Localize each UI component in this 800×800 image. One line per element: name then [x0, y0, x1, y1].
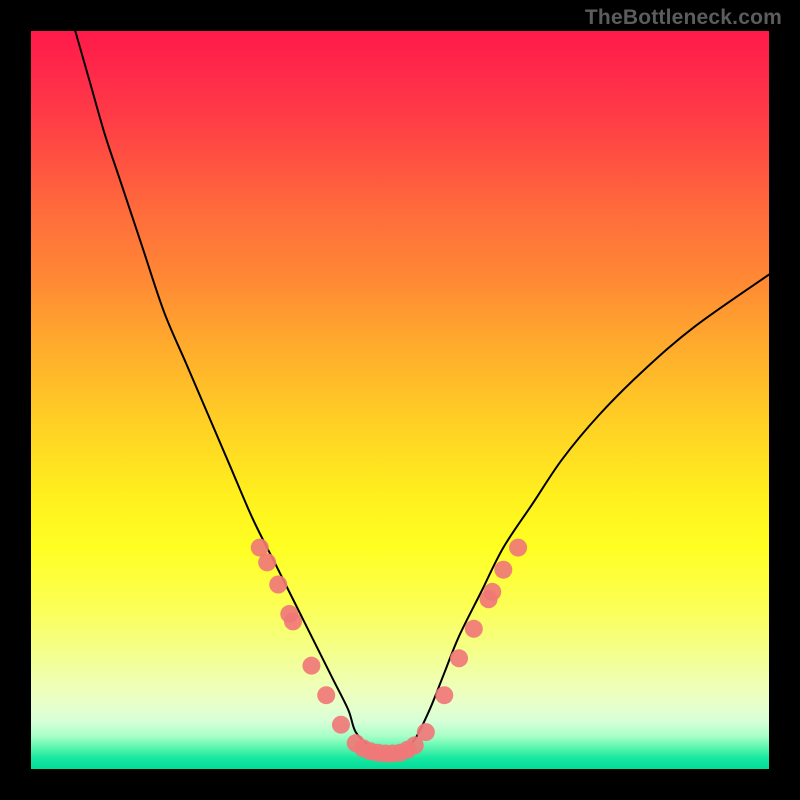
data-markers [251, 539, 527, 763]
data-marker [302, 657, 320, 675]
data-marker [284, 612, 302, 630]
watermark-text: TheBottleneck.com [585, 6, 782, 30]
chart-container: TheBottleneck.com [0, 0, 800, 800]
data-marker [450, 649, 468, 667]
data-marker [258, 553, 276, 571]
data-marker [509, 539, 527, 557]
curve-svg [31, 31, 769, 769]
data-marker [332, 716, 350, 734]
data-marker [269, 576, 287, 594]
data-marker [317, 686, 335, 704]
data-marker [435, 686, 453, 704]
plot-area [31, 31, 769, 769]
bottleneck-curve [75, 31, 769, 756]
data-marker [494, 561, 512, 579]
data-marker [465, 620, 483, 638]
data-marker [417, 723, 435, 741]
data-marker [483, 583, 501, 601]
